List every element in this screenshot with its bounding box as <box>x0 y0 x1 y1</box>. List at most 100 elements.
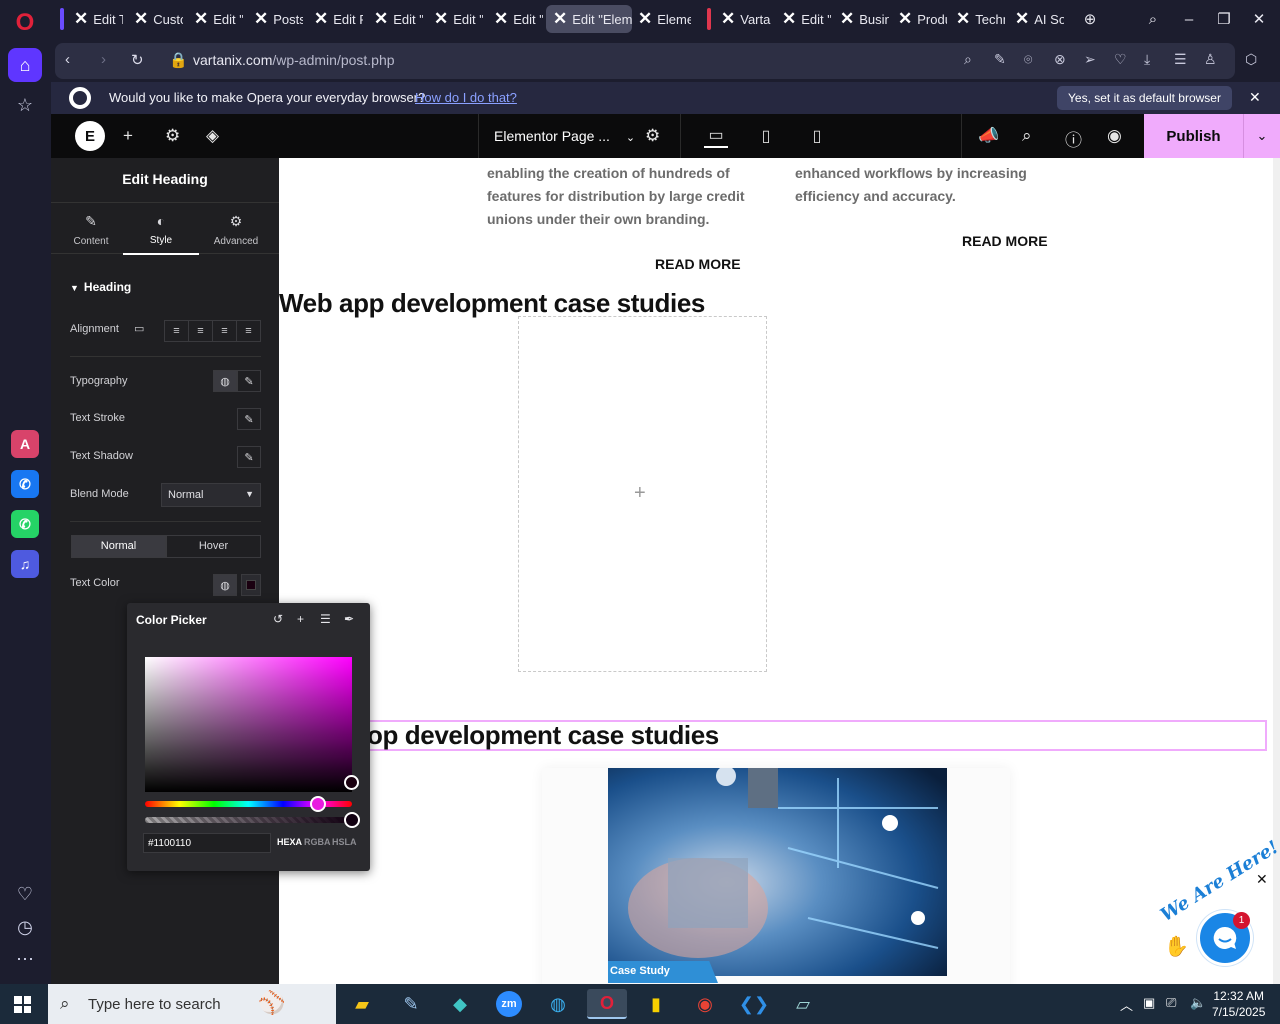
volume-icon[interactable]: 🔈 <box>1190 995 1206 1011</box>
hex-input[interactable] <box>143 833 271 853</box>
browser-tab[interactable]: ✕ Busin <box>833 5 889 33</box>
responsive-desktop-icon[interactable]: ▭ <box>134 322 144 335</box>
read-more-link[interactable]: READ MORE <box>655 256 741 272</box>
close-window-icon[interactable]: ✕ <box>1244 6 1274 32</box>
browser-tab[interactable]: ✕ Edit " <box>367 5 423 33</box>
extensions-icon[interactable]: ⬡ <box>1245 51 1257 68</box>
browser-tab[interactable]: ✕Edit "Eleme <box>546 5 632 33</box>
more-icon[interactable]: ⋯ <box>8 942 42 976</box>
desktop-icon[interactable]: ▭ <box>704 124 728 148</box>
url-field[interactable]: vartanix.com/wp-admin/post.php <box>193 52 395 68</box>
browser-tab[interactable]: ✕ AI So <box>1008 5 1064 33</box>
site-settings-icon[interactable]: ⚙ <box>165 126 180 146</box>
paint-icon[interactable]: ✎ <box>391 989 431 1019</box>
state-normal-tab[interactable]: Normal <box>71 535 166 558</box>
minimize-icon[interactable]: – <box>1174 6 1204 32</box>
publish-button[interactable]: Publish <box>1144 114 1243 158</box>
app-icon[interactable]: ▱ <box>783 989 823 1019</box>
network-icon[interactable]: ⎚ <box>1166 995 1176 1011</box>
profile-icon[interactable]: ♙ <box>1204 51 1217 68</box>
format-hsla[interactable]: HSLA <box>332 837 357 847</box>
align-left-icon[interactable]: ≡ <box>165 321 189 341</box>
forward-icon[interactable]: › <box>101 51 106 68</box>
file-explorer-icon[interactable]: ▰ <box>342 989 382 1019</box>
chat-close-icon[interactable]: ✕ <box>1256 871 1268 888</box>
align-center-icon[interactable]: ≡ <box>189 321 213 341</box>
global-color-icon[interactable]: ◍ <box>213 574 237 596</box>
windows-start-icon[interactable] <box>14 996 31 1013</box>
edit-text-shadow-icon[interactable]: ✎ <box>237 446 261 468</box>
browser-tab[interactable]: ✕ Edit " <box>487 5 543 33</box>
app-icon[interactable]: ◆ <box>440 989 480 1019</box>
search-icon[interactable]: ⌕ <box>1022 126 1032 146</box>
browser-tab[interactable]: ✕ Varta <box>714 5 772 33</box>
structure-icon[interactable]: ◈ <box>206 126 219 146</box>
download-icon[interactable]: ⤓ <box>1144 51 1150 68</box>
camera-icon[interactable]: ⌾ <box>1024 51 1032 68</box>
browser-tab[interactable]: ✕ Edit T <box>67 5 123 33</box>
elementor-logo-icon[interactable]: E <box>75 121 105 151</box>
alpha-slider[interactable] <box>145 817 352 823</box>
chrome-icon[interactable]: ◉ <box>685 989 725 1019</box>
page-selector[interactable]: Elementor Page ... ⌄ <box>494 128 635 144</box>
tab-style[interactable]: ◐ Style <box>123 203 199 255</box>
format-rgba[interactable]: RGBA <box>304 837 331 847</box>
global-typography-icon[interactable]: ◍ <box>213 370 237 392</box>
restore-icon[interactable]: ❐ <box>1209 6 1239 32</box>
edit-typography-icon[interactable]: ✎ <box>237 370 261 392</box>
align-justify-icon[interactable]: ≡ <box>237 321 260 341</box>
edit-text-stroke-icon[interactable]: ✎ <box>237 408 261 430</box>
case-study-image[interactable] <box>608 768 947 976</box>
zoom-icon[interactable]: zm <box>489 989 529 1019</box>
global-colors-icon[interactable]: ☰ <box>320 612 331 626</box>
edit-icon[interactable]: ✎ <box>994 51 1006 68</box>
easy-setup-icon[interactable]: ☰ <box>1174 51 1187 68</box>
align-right-icon[interactable]: ≡ <box>213 321 237 341</box>
hue-handle[interactable] <box>310 796 326 812</box>
whatsapp-icon[interactable]: ✆ <box>11 510 39 538</box>
home-icon[interactable]: ⌂ <box>8 48 42 82</box>
send-icon[interactable]: ➢ <box>1084 51 1096 68</box>
browser-tab[interactable]: ✕ Edit " <box>427 5 483 33</box>
add-global-color-icon[interactable]: + <box>297 612 304 626</box>
eyedropper-icon[interactable]: ✒ <box>344 612 354 626</box>
format-hexa[interactable]: HEXA <box>277 837 302 847</box>
alpha-handle[interactable] <box>344 812 360 828</box>
browser-tab[interactable]: ✕Techn <box>949 5 1005 33</box>
tablet-icon[interactable]: ▯ <box>754 124 778 148</box>
read-more-link[interactable]: READ MORE <box>962 233 1048 249</box>
browser-tab[interactable]: ✕Produ <box>891 5 947 33</box>
browser-tab[interactable]: ✕ Edit " <box>775 5 831 33</box>
publish-options-button[interactable]: ⌄ <box>1243 114 1280 158</box>
page-settings-icon[interactable]: ⚙ <box>645 126 660 146</box>
edge-icon[interactable]: ◍ <box>538 989 578 1019</box>
heart-icon[interactable]: ♡ <box>8 877 42 911</box>
vscode-icon[interactable]: ❮❯ <box>734 989 774 1019</box>
how-to-link[interactable]: How do I do that? <box>415 90 517 105</box>
system-clock[interactable]: 12:32 AM 7/15/2025 <box>1212 988 1265 1020</box>
close-icon[interactable]: ✕ <box>1249 89 1261 106</box>
mobile-icon[interactable]: ▯ <box>805 124 829 148</box>
new-tab-icon[interactable]: ⊕ <box>1075 6 1105 32</box>
tab-advanced[interactable]: ⚙ Advanced <box>198 203 274 255</box>
add-element-icon[interactable]: + <box>123 126 133 146</box>
browser-tab[interactable]: ✕ Eleme <box>631 5 691 33</box>
messenger-icon[interactable]: ✆ <box>11 470 39 498</box>
section-heading-toggle[interactable]: ▼ Heading <box>70 280 131 294</box>
notifications-icon[interactable]: 📣 <box>978 126 999 146</box>
text-color-swatch[interactable] <box>241 574 261 596</box>
star-icon[interactable]: ☆ <box>8 88 42 122</box>
browser-tab[interactable]: ✕Edit P <box>307 5 363 33</box>
state-hover-tab[interactable]: Hover <box>166 535 261 558</box>
reset-icon[interactable]: ↺ <box>273 612 283 626</box>
taskbar-search[interactable]: ⌕ Type here to search ⚾ <box>48 984 336 1024</box>
saturation-area[interactable] <box>145 657 352 792</box>
empty-column[interactable]: + <box>518 316 767 672</box>
help-icon[interactable]: ⓘ <box>1065 126 1082 151</box>
back-icon[interactable]: ‹ <box>65 51 70 68</box>
browser-tab[interactable]: ✕Custo <box>127 5 183 33</box>
music-icon[interactable]: ♫ <box>11 550 39 578</box>
saturation-handle[interactable] <box>344 775 359 790</box>
tab-content[interactable]: ✎ Content <box>53 203 129 255</box>
meet-now-icon[interactable]: ▣ <box>1143 995 1155 1011</box>
